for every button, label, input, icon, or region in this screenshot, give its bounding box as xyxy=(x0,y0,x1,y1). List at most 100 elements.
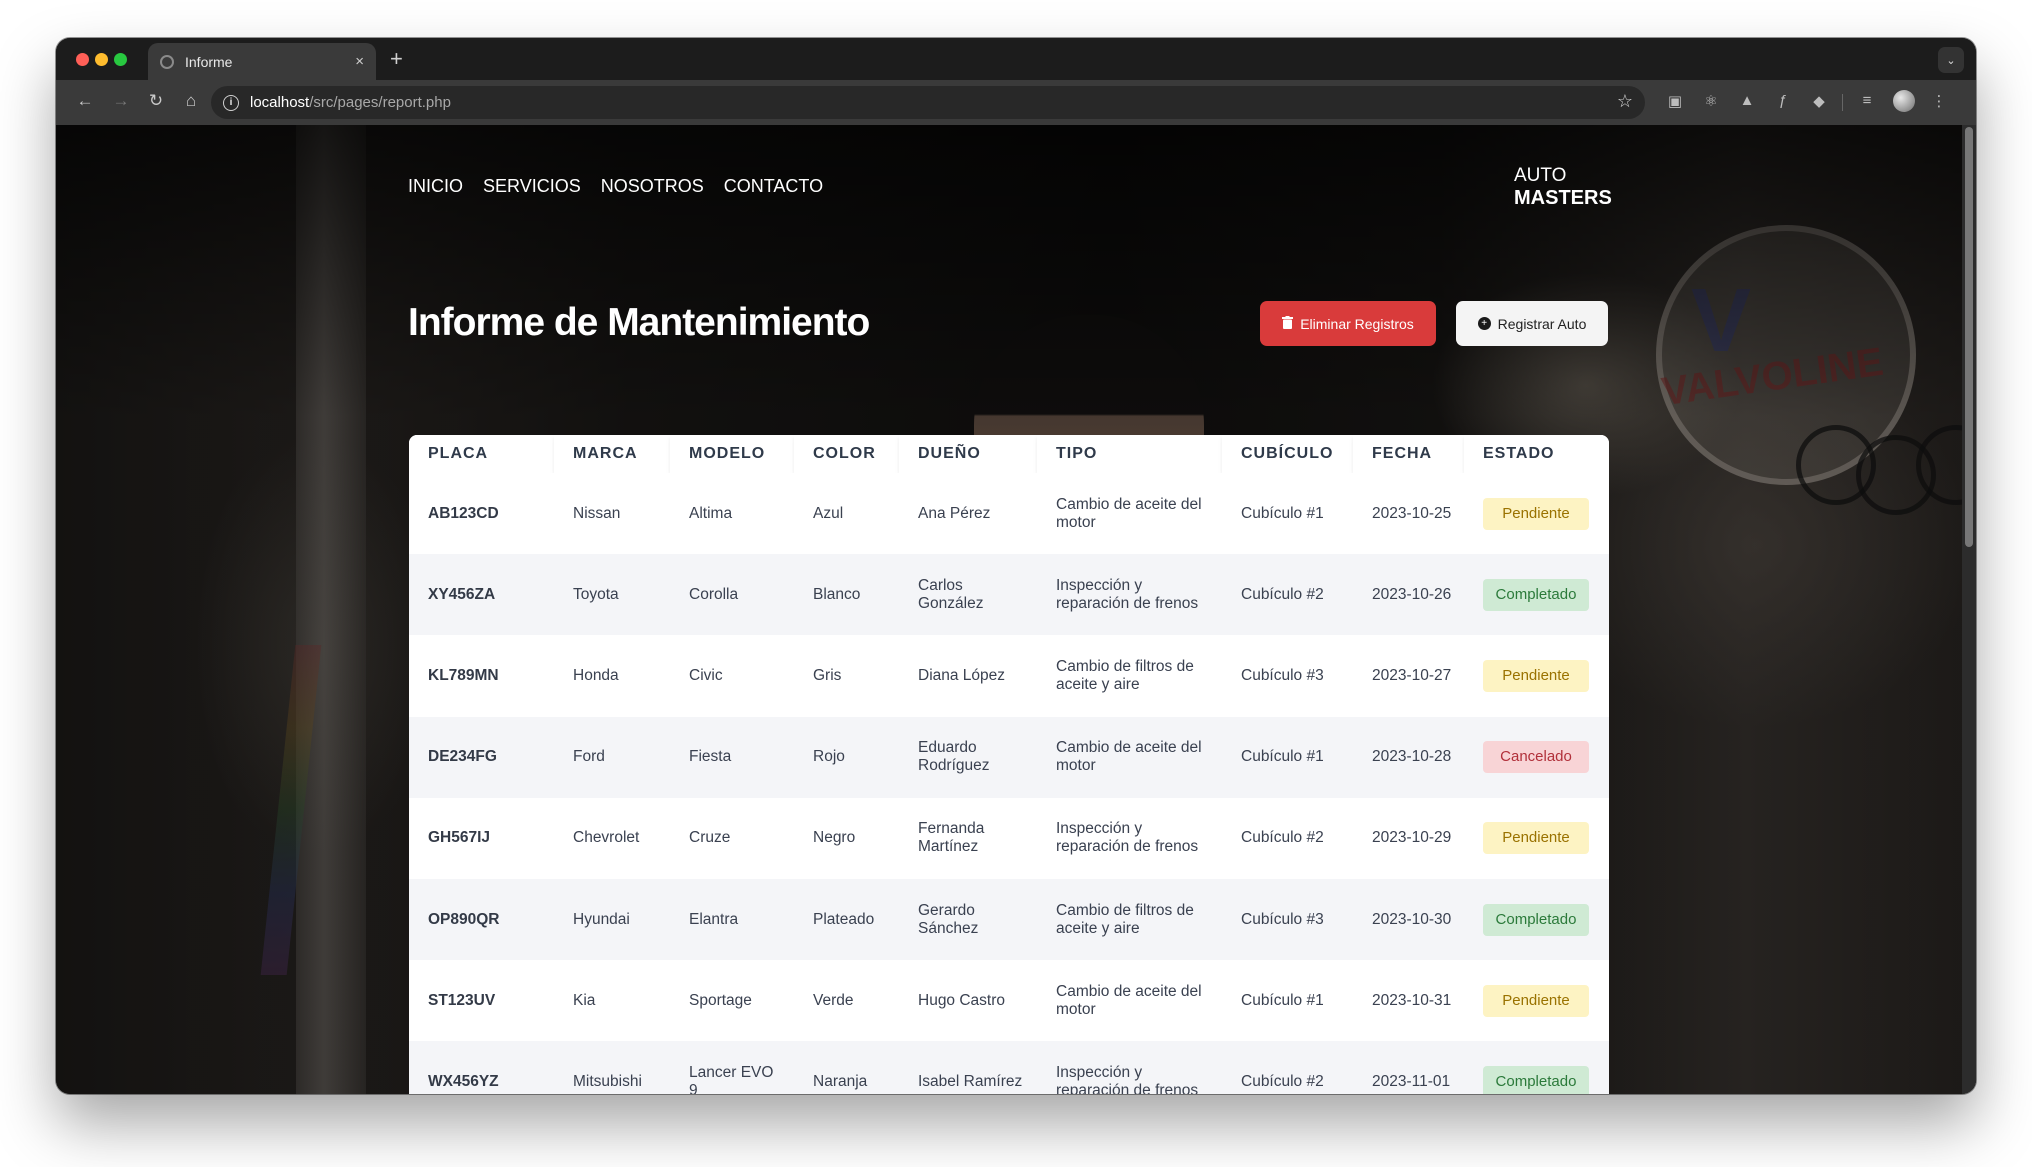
close-tab-icon[interactable]: × xyxy=(355,53,364,70)
table-row[interactable]: ST123UV Kia Sportage Verde Hugo Castro C… xyxy=(409,960,1609,1042)
page-scrollbar[interactable] xyxy=(1962,125,1976,1094)
cell-modelo: Lancer EVO 9 xyxy=(670,1041,794,1094)
cell-tipo: Inspección y reparación de frenos xyxy=(1037,1041,1222,1094)
cell-estado: Pendiente xyxy=(1464,960,1609,1042)
table-row[interactable]: AB123CD Nissan Altima Azul Ana Pérez Cam… xyxy=(409,473,1609,555)
forward-arrow-icon[interactable]: → xyxy=(110,91,132,111)
browser-tab-informe[interactable]: Informe × xyxy=(148,43,376,80)
extensions-puzzle-icon[interactable]: ◆ xyxy=(1808,92,1830,110)
table-row[interactable]: GH567IJ Chevrolet Cruze Negro Fernanda M… xyxy=(409,797,1609,879)
cell-placa: KL789MN xyxy=(409,635,554,717)
minimize-window-button[interactable] xyxy=(95,53,108,66)
cell-fecha: 2023-10-25 xyxy=(1353,473,1464,555)
site-info-icon[interactable]: i xyxy=(223,94,239,111)
tab-search-chevron-icon[interactable]: ⌄ xyxy=(1938,47,1964,73)
cell-color: Naranja xyxy=(794,1041,899,1094)
extension-react-icon[interactable]: ⚛ xyxy=(1700,92,1722,110)
cell-fecha: 2023-10-26 xyxy=(1353,554,1464,636)
cell-tipo: Cambio de filtros de aceite y aire xyxy=(1037,878,1222,961)
reading-list-icon[interactable]: ≡ xyxy=(1856,92,1878,109)
cell-marca: Chevrolet xyxy=(554,797,670,879)
reload-icon[interactable]: ↻ xyxy=(145,91,167,111)
cell-tipo: Inspección y reparación de frenos xyxy=(1037,797,1222,879)
logo-line-1: AUTO xyxy=(1514,165,1567,186)
cell-marca: Toyota xyxy=(554,554,670,636)
delete-records-label: Eliminar Registros xyxy=(1300,315,1414,332)
nav-servicios[interactable]: SERVICIOS xyxy=(483,176,581,197)
cell-modelo: Cruze xyxy=(670,797,794,879)
cell-placa: XY456ZA xyxy=(409,554,554,636)
cell-dueno: Ana Pérez xyxy=(899,473,1037,555)
scrollbar-thumb[interactable] xyxy=(1965,127,1973,547)
cell-cubiculo: Cubículo #3 xyxy=(1222,878,1353,961)
table-row[interactable]: XY456ZA Toyota Corolla Blanco Carlos Gon… xyxy=(409,554,1609,636)
cell-placa: OP890QR xyxy=(409,878,554,961)
cell-tipo: Cambio de aceite del motor xyxy=(1037,960,1222,1042)
header-marca: MARCA xyxy=(554,435,670,473)
page-viewport: V VALVOLINE INICIO SERVICIOS NOSOTROS CO… xyxy=(56,125,1976,1094)
back-arrow-icon[interactable]: ← xyxy=(74,91,96,111)
cell-modelo: Corolla xyxy=(670,554,794,636)
cell-estado: Pendiente xyxy=(1464,473,1609,555)
cell-placa: WX456YZ xyxy=(409,1041,554,1094)
extension-shield-icon[interactable]: ▲ xyxy=(1736,92,1758,109)
cell-tipo: Inspección y reparación de frenos xyxy=(1037,554,1222,636)
cell-marca: Ford xyxy=(554,716,670,798)
nav-nosotros[interactable]: NOSOTROS xyxy=(601,176,704,197)
star-icon[interactable]: ☆ xyxy=(1617,91,1633,112)
url-path: /src/pages/report.php xyxy=(309,94,451,111)
cell-cubiculo: Cubículo #1 xyxy=(1222,960,1353,1042)
cell-tipo: Cambio de aceite del motor xyxy=(1037,716,1222,798)
delete-records-button[interactable]: Eliminar Registros xyxy=(1260,301,1436,346)
header-color: COLOR xyxy=(794,435,899,473)
cell-marca: Mitsubishi xyxy=(554,1041,670,1094)
tab-title: Informe xyxy=(185,53,233,70)
cell-cubiculo: Cubículo #1 xyxy=(1222,716,1353,798)
cell-modelo: Sportage xyxy=(670,960,794,1042)
cell-modelo: Altima xyxy=(670,473,794,555)
status-badge: Completado xyxy=(1483,1065,1589,1094)
cell-placa: DE234FG xyxy=(409,716,554,798)
url-host: localhost xyxy=(250,94,310,111)
cell-modelo: Civic xyxy=(670,635,794,717)
header-cubiculo: CUBÍCULO xyxy=(1222,435,1353,473)
cell-placa: GH567IJ xyxy=(409,797,554,879)
toolbar-divider xyxy=(1842,94,1843,111)
tab-bar: Informe × + ⌄ xyxy=(56,38,1976,80)
nav-contacto[interactable]: CONTACTO xyxy=(724,176,823,197)
register-car-label: Registrar Auto xyxy=(1497,315,1587,332)
cell-cubiculo: Cubículo #2 xyxy=(1222,554,1353,636)
home-icon[interactable]: ⌂ xyxy=(180,91,202,111)
cell-dueno: Hugo Castro xyxy=(899,960,1037,1042)
header-fecha: FECHA xyxy=(1353,435,1464,473)
browser-menu-icon[interactable]: ⋮ xyxy=(1928,92,1950,110)
globe-icon xyxy=(160,54,174,69)
logo-line-2: MASTERS xyxy=(1514,187,1612,209)
extension-function-icon[interactable]: ƒ xyxy=(1772,92,1794,109)
header-dueno: DUEÑO xyxy=(899,435,1037,473)
profile-avatar[interactable] xyxy=(1893,90,1915,112)
status-badge: Completado xyxy=(1483,903,1589,936)
cell-dueno: Isabel Ramírez xyxy=(899,1041,1037,1094)
cell-tipo: Cambio de aceite del motor xyxy=(1037,473,1222,555)
cell-marca: Hyundai xyxy=(554,878,670,961)
status-badge: Completado xyxy=(1483,578,1589,611)
cell-estado: Pendiente xyxy=(1464,797,1609,879)
status-badge: Pendiente xyxy=(1483,822,1589,855)
register-car-button[interactable]: + Registrar Auto xyxy=(1456,301,1608,346)
table-row[interactable]: OP890QR Hyundai Elantra Plateado Gerardo… xyxy=(409,878,1609,961)
table-row[interactable]: DE234FG Ford Fiesta Rojo Eduardo Rodrígu… xyxy=(409,716,1609,798)
cell-fecha: 2023-11-01 xyxy=(1353,1041,1464,1094)
close-window-button[interactable] xyxy=(76,53,89,66)
table-row[interactable]: KL789MN Honda Civic Gris Diana López Cam… xyxy=(409,635,1609,717)
address-bar[interactable]: i localhost/src/pages/report.php ☆ xyxy=(211,86,1645,119)
site-logo[interactable]: AUTO MASTERS xyxy=(1514,164,1612,210)
maintenance-table: PLACA MARCA MODELO COLOR DUEÑO TIPO CUBÍ… xyxy=(409,435,1609,1094)
table-row[interactable]: WX456YZ Mitsubishi Lancer EVO 9 Naranja … xyxy=(409,1041,1609,1094)
nav-inicio[interactable]: INICIO xyxy=(408,176,463,197)
cell-marca: Honda xyxy=(554,635,670,717)
extension-wallet-icon[interactable]: ▣ xyxy=(1664,92,1686,110)
new-tab-button[interactable]: + xyxy=(390,46,403,72)
maximize-window-button[interactable] xyxy=(114,53,127,66)
status-badge: Pendiente xyxy=(1483,497,1589,530)
